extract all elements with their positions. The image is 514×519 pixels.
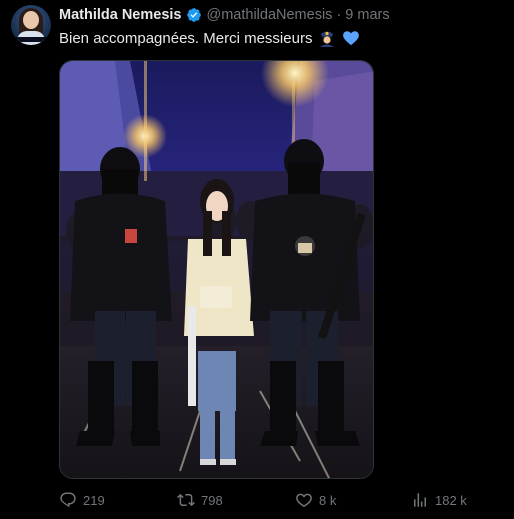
author-handle[interactable]: @mathildaNemesis [207,7,333,23]
reply-button[interactable]: 219 [59,490,105,510]
header-separator: · [336,7,342,23]
author-avatar[interactable] [11,5,51,45]
tweet[interactable]: Mathilda Nemesis @mathildaNemesis · 9 ma… [0,0,514,519]
views-icon [414,493,426,507]
like-button[interactable]: 8 k [295,490,336,510]
tweet-header: Mathilda Nemesis @mathildaNemesis · 9 ma… [59,7,390,23]
retweet-icon [177,493,195,507]
photo-scene [60,61,373,478]
blue-heart-emoji [343,31,360,46]
tweet-text-body: Bien accompagnées. Merci messieurs [59,29,313,47]
like-icon [296,493,312,508]
author-name[interactable]: Mathilda Nemesis [59,7,182,23]
retweet-count: 798 [201,492,223,508]
tweet-photo[interactable] [59,60,374,479]
tweet-text: Bien accompagnées. Merci messieurs [59,29,360,47]
views-button[interactable]: 182 k [411,490,467,510]
retweet-button[interactable]: 798 [177,490,223,510]
like-count: 8 k [319,492,337,508]
reply-icon [60,492,76,508]
views-count: 182 k [435,492,467,508]
reply-count: 219 [83,492,105,508]
verified-badge-icon [186,8,201,22]
tweet-date[interactable]: 9 mars [345,7,389,23]
police-officer-emoji [320,31,335,47]
tweet-actions: 219 798 8 k 182 k [59,490,469,510]
